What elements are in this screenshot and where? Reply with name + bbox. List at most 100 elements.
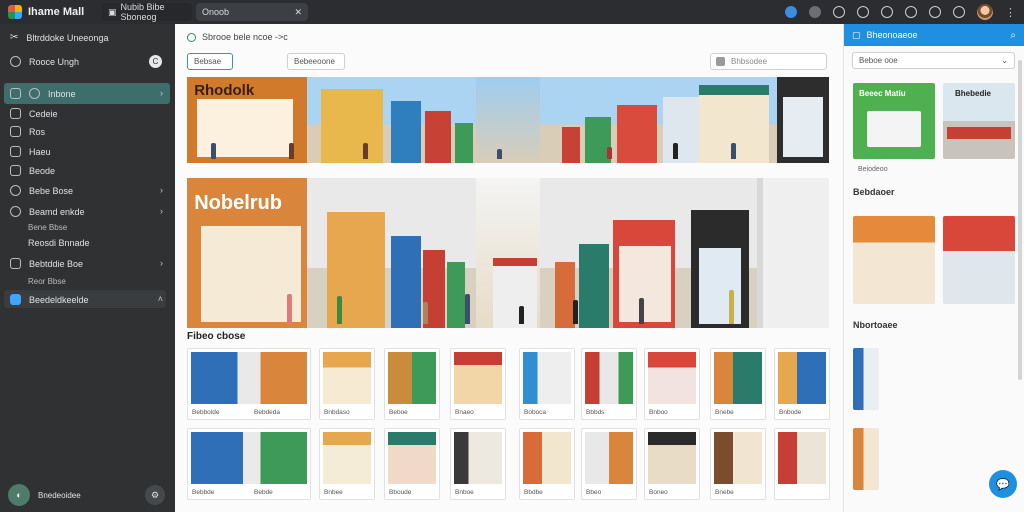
thumbnail-card[interactable]: Beboe (384, 348, 440, 420)
thumbnail-card[interactable]: Boneo (644, 428, 700, 500)
settings-icon[interactable]: ⚙ (145, 485, 165, 505)
sidebar-subitem[interactable]: Bene Bbse (28, 223, 67, 232)
thumbnail-image (714, 432, 762, 484)
avatar[interactable]: ◐ (8, 484, 30, 506)
chevron-right-icon[interactable]: › (160, 258, 163, 268)
avatar[interactable] (977, 4, 993, 20)
thumbnail-card[interactable] (774, 428, 830, 500)
sidebar-item-inbone[interactable]: Inbone (10, 88, 76, 99)
sidebar-section[interactable]: Rooce Ungh (10, 56, 79, 67)
thumbnail-card[interactable]: Bbbds (581, 348, 637, 420)
search-icon (716, 57, 725, 66)
sidebar-item-active-secondary[interactable]: Beedeldkeelde (10, 294, 89, 305)
filter-button-active[interactable]: Bebsae (187, 53, 233, 70)
close-icon[interactable]: ✕ (294, 7, 302, 18)
sidebar-heading: ✂ Bltrddoke Uneeonga (10, 32, 109, 43)
search-input[interactable]: Bhbsodee (710, 53, 827, 70)
sidebar-item[interactable]: Bebe Bose (10, 185, 73, 196)
panel-icon: ▢ (852, 29, 861, 40)
chevron-right-icon[interactable]: › (160, 88, 163, 98)
main-content: Sbrooe bele ncoe ->c Bebsae Bebeeoone Bh… (175, 24, 843, 512)
sidebar-footer[interactable]: ◐ Bnedeoidee (8, 484, 81, 506)
shopper (731, 143, 736, 159)
sidebar-item[interactable]: Beode (10, 165, 55, 176)
thumbnail-card[interactable]: Bboude (384, 428, 440, 500)
thumbnail-image (648, 432, 696, 484)
filter-button[interactable]: Bebeeoone (287, 53, 345, 70)
storefront (447, 262, 465, 328)
sky-path (475, 77, 541, 163)
tag-icon[interactable] (881, 6, 893, 18)
sidebar-item[interactable]: Haeu (10, 146, 51, 157)
thumb-title: Bhebedie (955, 89, 992, 98)
app-title: Ihame Mall (28, 6, 85, 18)
thumbnail-card[interactable]: Bebbolde Bebdeda (187, 348, 311, 420)
featured-thumb[interactable]: Beeec Matiu (853, 83, 935, 159)
thumbnail-card[interactable]: Bnboe (450, 428, 506, 500)
thumbnail-card[interactable]: Bnaeo (450, 348, 506, 420)
thumbnail-image (323, 352, 371, 404)
settings-icon[interactable] (809, 6, 821, 18)
menu-icon[interactable]: ⋮ (1005, 6, 1016, 19)
category-select[interactable]: Beboe ooe ⌄ (852, 52, 1015, 69)
related-thumb[interactable] (943, 216, 1015, 304)
thumbnail-image (454, 432, 502, 484)
related-thumb[interactable] (853, 428, 879, 490)
thumbnail-card[interactable]: Bnebe (710, 348, 766, 420)
thumbnail-image (778, 432, 826, 484)
banner-image-interior[interactable]: Nobelrub (187, 178, 829, 328)
thumbnail-card[interactable]: Bnbdaso (319, 348, 375, 420)
thumbnail-card[interactable]: Bnebe (710, 428, 766, 500)
card-caption: Bnebe (715, 409, 734, 416)
sidebar-item[interactable]: Cedeie (10, 108, 58, 119)
thumbnail-image (191, 352, 307, 404)
shopper (673, 143, 678, 159)
chevron-right-icon[interactable]: › (160, 206, 163, 216)
globe-icon (29, 88, 40, 99)
list-icon (10, 258, 21, 269)
sidebar-item[interactable]: Bebtddie Boe (10, 258, 83, 269)
thumbnail-card[interactable]: Bnbee (319, 428, 375, 500)
top-bar: Ihame Mall ▣ Nubib Bibe Sboneog Onoob ✕ … (0, 0, 1024, 24)
tab-first[interactable]: ▣ Nubib Bibe Sboneog (102, 2, 192, 22)
compass-icon[interactable] (929, 6, 941, 18)
storefront (555, 262, 575, 328)
sidebar-subitem[interactable]: Reor Bbse (28, 277, 66, 286)
chat-button[interactable]: 💬 (989, 470, 1017, 498)
shopper (519, 306, 524, 324)
thumbnail-card[interactable]: Bebbde Bebde (187, 428, 311, 500)
toggle-icon[interactable]: C (149, 55, 162, 68)
thumbnail-image (388, 352, 436, 404)
notification-icon[interactable] (785, 6, 797, 18)
storefront (327, 212, 385, 328)
thumbnail-card[interactable]: Bbeo (581, 428, 637, 500)
shopper (573, 300, 578, 324)
profile-icon[interactable] (905, 6, 917, 18)
layout-icon[interactable] (953, 6, 965, 18)
shopper (423, 302, 428, 324)
store-sign: Rhodolk (194, 82, 255, 100)
shield-icon[interactable] (833, 6, 845, 18)
sidebar-subitem[interactable]: Reosdi Bnnade (28, 238, 90, 248)
scrollbar[interactable] (1018, 60, 1022, 380)
thumbnail-card[interactable]: Bbdbe (519, 428, 575, 500)
section-title: Fibeo cbose (187, 331, 246, 342)
thumbnail-image (388, 432, 436, 484)
banner-image-outdoor[interactable]: Rhodolk (187, 77, 829, 163)
thumbnail-card[interactable]: Bnboo (644, 348, 700, 420)
search-icon[interactable]: ⌕ (1010, 30, 1016, 41)
help-icon[interactable] (857, 6, 869, 18)
sidebar-item[interactable]: Beamd enkde (10, 206, 85, 217)
chat-icon (10, 294, 21, 305)
sidebar-item[interactable]: Ros (10, 126, 45, 137)
storefront (579, 244, 609, 328)
featured-thumb[interactable]: Bhebedie (943, 83, 1015, 159)
chevron-up-icon[interactable]: ˄ (158, 294, 163, 304)
tab-second[interactable]: Onoob ✕ (196, 3, 308, 21)
card-caption: Bnbode (779, 409, 802, 416)
related-thumb[interactable] (853, 216, 935, 304)
chevron-right-icon[interactable]: › (160, 185, 163, 195)
related-thumb[interactable] (853, 348, 879, 410)
thumbnail-card[interactable]: Bnbode (774, 348, 830, 420)
thumbnail-card[interactable]: Boboca (519, 348, 575, 420)
